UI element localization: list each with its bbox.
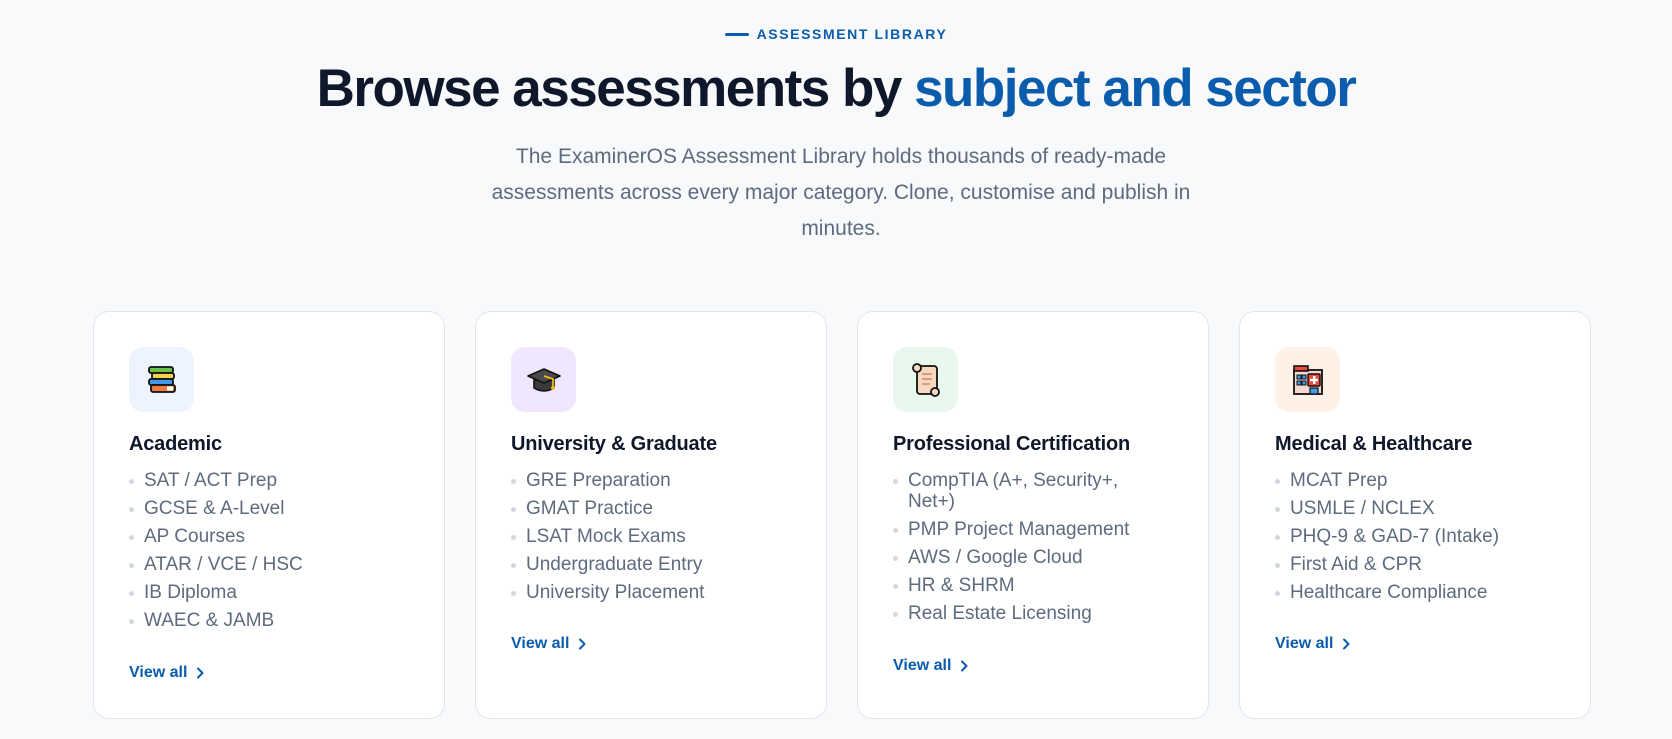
list-item: AWS / Google Cloud [893, 547, 1148, 568]
list-item: IB Diploma [129, 582, 420, 603]
view-all-label: View all [893, 657, 952, 674]
section-eyebrow: ASSESSMENT LIBRARY [0, 26, 1672, 42]
category-title: Academic [129, 433, 222, 455]
view-all-link-university[interactable]: View all [511, 635, 587, 653]
list-item: Undergraduate Entry [511, 554, 802, 575]
list-item: First Aid & CPR [1275, 554, 1566, 575]
list-item: CompTIA (A+, Security+, Net+) [893, 470, 1148, 512]
section-description: The ExaminerOS Assessment Library holds … [491, 145, 1191, 240]
category-card-university: University & Graduate GRE Preparation GM… [475, 311, 827, 719]
list-item: AP Courses [129, 526, 420, 547]
hospital-icon [1275, 347, 1340, 412]
category-list: CompTIA (A+, Security+, Net+) PMP Projec… [893, 470, 1148, 631]
list-item: LSAT Mock Exams [511, 526, 802, 547]
view-all-label: View all [511, 635, 570, 652]
category-title: Medical & Healthcare [1275, 433, 1473, 455]
list-item: GCSE & A-Level [129, 498, 420, 519]
eyebrow-label: ASSESSMENT LIBRARY [756, 26, 948, 42]
eyebrow-rule [724, 32, 749, 36]
assessment-library-section: ASSESSMENT LIBRARY Browse assessments by… [0, 0, 1672, 739]
list-item: MCAT Prep [1275, 470, 1566, 491]
category-cards: Academic SAT / ACT Prep GCSE & A-Level A… [93, 311, 1593, 719]
list-item: PMP Project Management [893, 519, 1148, 540]
chevron-right-icon [579, 638, 586, 650]
list-item: PHQ-9 & GAD-7 (Intake) [1275, 526, 1566, 547]
list-item: Real Estate Licensing [893, 603, 1148, 624]
view-all-link-professional[interactable]: View all [893, 657, 969, 675]
scroll-icon [893, 347, 958, 412]
list-item: ATAR / VCE / HSC [129, 554, 420, 575]
list-item: University Placement [511, 582, 802, 603]
section-title: Browse assessments by subject and sector [0, 58, 1672, 120]
category-title: Professional Certification [893, 433, 1131, 455]
list-item: GRE Preparation [511, 470, 802, 491]
chevron-right-icon [197, 667, 204, 679]
graduation-cap-icon [511, 347, 576, 412]
category-list: MCAT Prep USMLE / NCLEX PHQ-9 & GAD-7 (I… [1275, 470, 1566, 610]
section-title-accent: subject and sector [914, 59, 1357, 118]
chevron-right-icon [961, 660, 968, 672]
category-card-professional: Professional Certification CompTIA (A+, … [857, 311, 1209, 719]
list-item: GMAT Practice [511, 498, 802, 519]
section-title-main: Browse assessments by [316, 59, 915, 118]
view-all-label: View all [1275, 635, 1334, 652]
books-icon [129, 347, 194, 412]
list-item: USMLE / NCLEX [1275, 498, 1566, 519]
list-item: WAEC & JAMB [129, 610, 420, 631]
category-title: University & Graduate [511, 433, 717, 455]
view-all-link-academic[interactable]: View all [129, 664, 205, 682]
category-card-academic: Academic SAT / ACT Prep GCSE & A-Level A… [93, 311, 445, 719]
list-item: HR & SHRM [893, 575, 1148, 596]
category-list: SAT / ACT Prep GCSE & A-Level AP Courses… [129, 470, 420, 638]
chevron-right-icon [1343, 638, 1350, 650]
view-all-link-medical[interactable]: View all [1275, 635, 1351, 653]
category-list: GRE Preparation GMAT Practice LSAT Mock … [511, 470, 802, 610]
view-all-label: View all [129, 664, 188, 681]
category-card-medical: Medical & Healthcare MCAT Prep USMLE / N… [1239, 311, 1591, 719]
list-item: SAT / ACT Prep [129, 470, 420, 491]
list-item: Healthcare Compliance [1275, 582, 1566, 603]
